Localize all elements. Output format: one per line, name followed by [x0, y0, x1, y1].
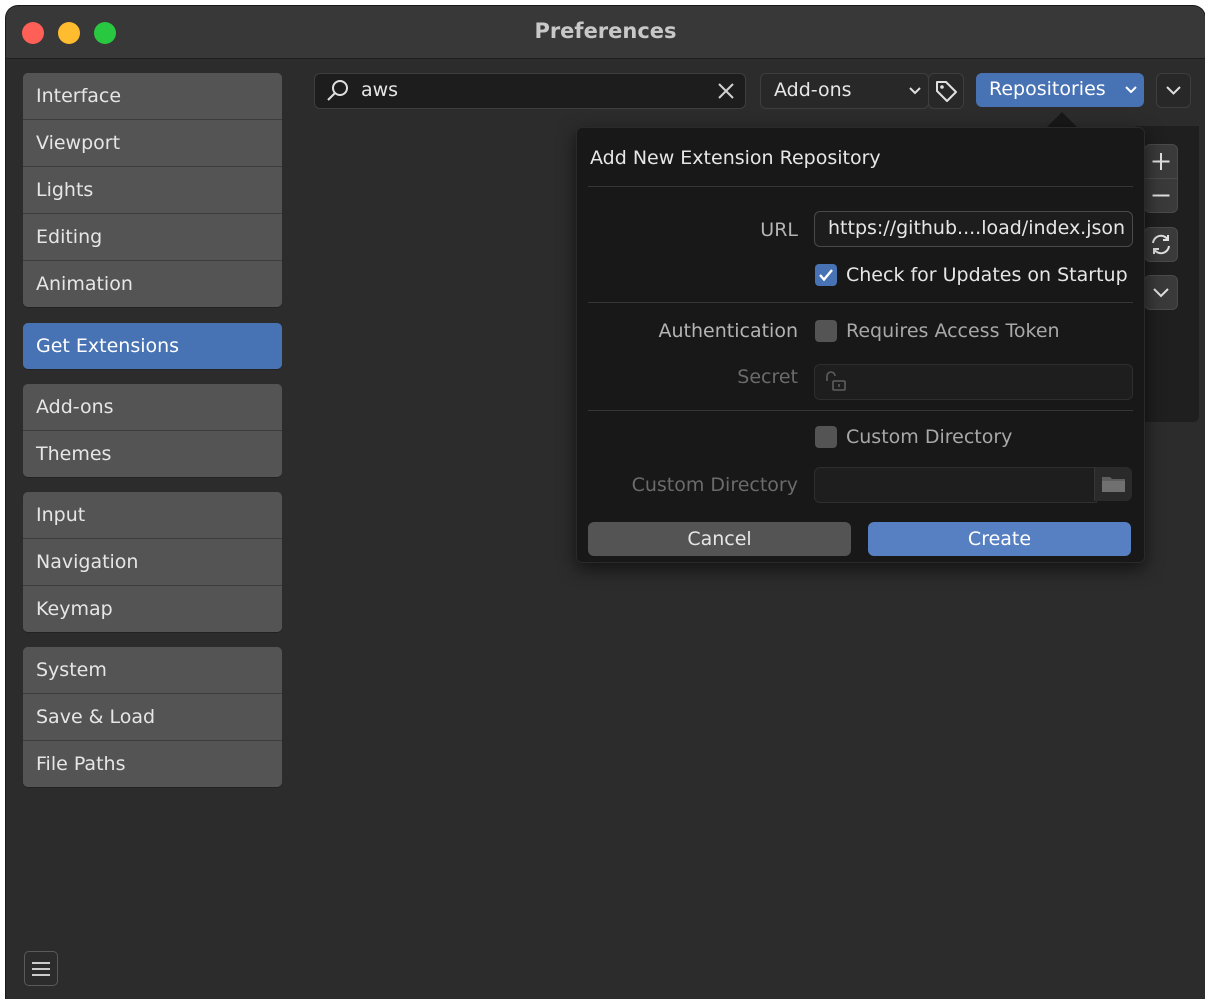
checkmark-icon [819, 269, 833, 282]
sidebar-item-save-load[interactable]: Save & Load [23, 693, 282, 740]
more-options-button[interactable] [1156, 73, 1191, 108]
tag-icon [936, 81, 957, 102]
cancel-button[interactable]: Cancel [588, 522, 851, 556]
filter-dropdown[interactable]: Add-ons [760, 73, 929, 109]
sidebar-item-input[interactable]: Input [23, 492, 282, 538]
sidebar-item-lights[interactable]: Lights [23, 166, 282, 213]
custom-directory-label: Custom Directory [631, 474, 798, 496]
sidebar-item-viewport[interactable]: Viewport [23, 119, 282, 166]
hamburger-menu-icon[interactable] [24, 951, 58, 986]
check-updates-checkbox[interactable] [815, 264, 837, 286]
repositories-dropdown[interactable]: Repositories [976, 73, 1144, 107]
tag-filter-button[interactable] [928, 73, 964, 109]
requires-token-label: Requires Access Token [846, 320, 1060, 342]
secret-label: Secret [737, 366, 798, 388]
url-value: https://github....load/index.json [828, 217, 1126, 239]
sidebar-item-add-ons[interactable]: Add-ons [23, 384, 282, 430]
divider [588, 410, 1133, 411]
check-updates-label: Check for Updates on Startup [846, 264, 1128, 286]
add-repository-popup: Add New Extension Repository URL https:/… [576, 127, 1145, 563]
create-button[interactable]: Create [868, 522, 1131, 556]
popup-pointer [1046, 112, 1078, 128]
add-repository-button[interactable] [1144, 144, 1178, 179]
sidebar-group-display: Interface Viewport Lights Editing Animat… [23, 73, 282, 307]
chevron-down-icon [1153, 288, 1169, 298]
filter-dropdown-value: Add-ons [774, 79, 852, 101]
plus-icon [1152, 153, 1170, 170]
refresh-repository-button[interactable] [1144, 227, 1178, 262]
window-title: Preferences [534, 19, 677, 43]
sidebar-group-system: System Save & Load File Paths [23, 647, 282, 787]
sidebar-item-themes[interactable]: Themes [23, 430, 282, 477]
sidebar-item-keymap[interactable]: Keymap [23, 585, 282, 632]
divider [588, 186, 1133, 187]
sidebar-group-addons: Add-ons Themes [23, 384, 282, 477]
sidebar-item-navigation[interactable]: Navigation [23, 538, 282, 585]
sidebar-item-editing[interactable]: Editing [23, 213, 282, 260]
remove-repository-button[interactable] [1144, 178, 1178, 213]
popup-title: Add New Extension Repository [590, 147, 881, 169]
chevron-down-icon [1125, 86, 1137, 94]
refresh-icon [1152, 234, 1170, 255]
search-input[interactable]: aws [314, 73, 746, 109]
chevron-down-icon [909, 87, 921, 95]
custom-directory-toggle-label: Custom Directory [846, 426, 1013, 448]
sidebar-group-input: Input Navigation Keymap [23, 492, 282, 632]
preferences-window: Preferences Interface Viewport Lights Ed… [6, 6, 1205, 999]
clear-search-icon[interactable] [717, 82, 735, 100]
minus-icon [1152, 194, 1170, 197]
custom-directory-field [814, 467, 1097, 503]
custom-directory-checkbox[interactable] [815, 426, 837, 448]
repositories-dropdown-label: Repositories [989, 78, 1106, 100]
sidebar-item-file-paths[interactable]: File Paths [23, 740, 282, 787]
requires-token-checkbox[interactable] [815, 320, 837, 342]
sidebar-item-interface[interactable]: Interface [23, 73, 282, 119]
sidebar-item-animation[interactable]: Animation [23, 260, 282, 307]
lock-icon [826, 371, 846, 391]
sidebar-item-system[interactable]: System [23, 647, 282, 693]
sidebar-item-get-extensions[interactable]: Get Extensions [23, 323, 282, 369]
repository-options-button[interactable] [1144, 275, 1178, 310]
search-value: aws [361, 79, 399, 101]
browse-folder-button [1094, 467, 1132, 501]
search-icon [327, 80, 348, 101]
chevron-down-icon [1166, 86, 1181, 95]
sidebar-group-extensions: Get Extensions [23, 323, 282, 369]
authentication-label: Authentication [658, 320, 798, 342]
folder-icon [1102, 477, 1125, 492]
url-field[interactable]: https://github....load/index.json [814, 211, 1133, 247]
url-label: URL [760, 219, 798, 241]
title-bar: Preferences [6, 6, 1205, 59]
secret-field [814, 364, 1133, 400]
divider [588, 302, 1133, 303]
